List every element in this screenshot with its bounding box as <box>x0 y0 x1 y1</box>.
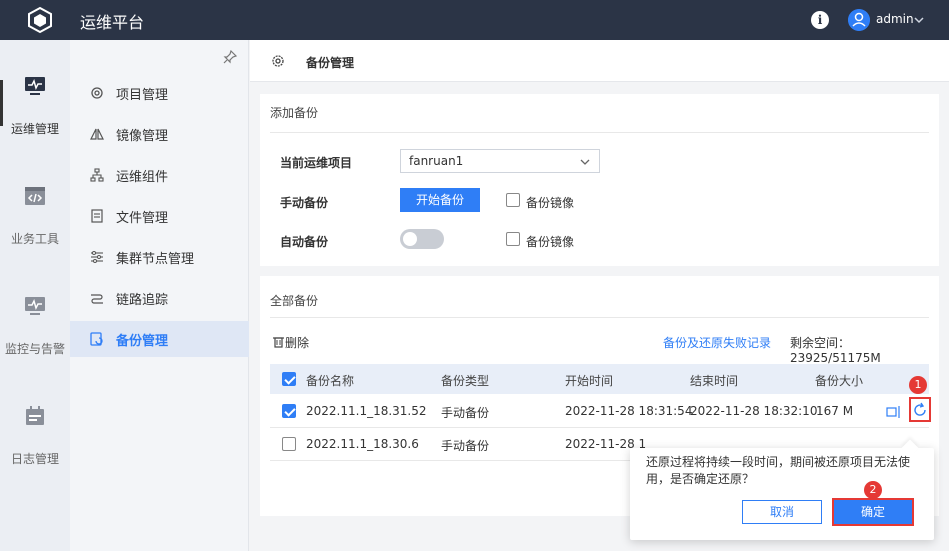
restore-icon[interactable] <box>912 402 928 418</box>
toggle-knob <box>403 232 417 246</box>
card-title: 添加备份 <box>270 106 319 120</box>
chevron-down-icon[interactable] <box>913 14 925 26</box>
rail-label: 运维管理 <box>10 122 59 136</box>
rail-item-monitor[interactable]: 监控与告警 <box>0 260 70 370</box>
rail-label: 业务工具 <box>10 232 59 246</box>
backup-type: 手动备份 <box>441 439 490 453</box>
gear-icon <box>91 87 103 99</box>
username[interactable]: admin <box>876 12 914 26</box>
card-title: 全部备份 <box>270 294 319 308</box>
project-label: 当前运维项目 <box>280 156 353 170</box>
trash-icon[interactable] <box>272 335 285 348</box>
delete-button[interactable]: 删除 <box>285 334 309 351</box>
remaining-space: 剩余空间：23925/51175M <box>790 336 881 365</box>
monitor-alert-icon <box>25 297 45 315</box>
page-title: 备份管理 <box>306 56 355 70</box>
menu-item-cluster-nodes[interactable]: 集群节点管理 <box>70 239 249 275</box>
select-all-checkbox[interactable] <box>282 372 296 386</box>
cube-logo-icon <box>28 6 52 34</box>
trace-link-icon <box>91 294 103 304</box>
menu-item-images[interactable]: 镜像管理 <box>70 116 249 152</box>
row-checkbox[interactable] <box>282 404 296 418</box>
menu-label: 项目管理 <box>116 88 169 103</box>
backup-icon <box>90 332 103 346</box>
code-window-icon <box>25 187 45 205</box>
menu-label: 文件管理 <box>116 211 169 226</box>
table-header: 备份名称 备份类型 开始时间 结束时间 备份大小 <box>270 364 929 394</box>
divider <box>270 317 929 318</box>
menu-item-backup[interactable]: 备份管理 <box>70 321 249 357</box>
backup-name: 2022.11.1_18.30.6 <box>306 437 419 451</box>
rail-item-ops[interactable]: 运维管理 <box>0 40 70 150</box>
menu-item-components[interactable]: 运维组件 <box>70 157 249 193</box>
menu-label: 链路追踪 <box>116 293 169 308</box>
backup-end: 2022-11-28 18:32:10 <box>690 404 818 418</box>
icon-rail: 运维管理 业务工具 监控与告警 日志管理 <box>0 40 70 551</box>
pin-icon[interactable] <box>223 50 237 64</box>
backup-size: 167 M <box>816 404 854 418</box>
backup-name: 2022.11.1_18.31.52 <box>306 404 427 418</box>
image-mirror-icon <box>90 128 104 140</box>
rail-item-logs[interactable]: 日志管理 <box>0 370 70 480</box>
row-checkbox[interactable] <box>282 437 296 451</box>
confirm-highlight <box>832 498 914 526</box>
fail-log-link[interactable]: 备份及还原失败记录 <box>663 334 771 351</box>
monitor-pulse-icon <box>25 77 45 95</box>
column-header[interactable]: 结束时间 <box>690 372 738 389</box>
project-select-value: fanruan1 <box>409 154 464 168</box>
column-header[interactable]: 备份大小 <box>815 372 863 389</box>
annotation-badge-1: 1 <box>909 376 927 394</box>
column-header[interactable]: 备份类型 <box>441 372 489 389</box>
menu-label: 运维组件 <box>116 170 169 185</box>
user-avatar-icon[interactable] <box>848 9 870 31</box>
document-icon <box>91 209 103 223</box>
gear-icon <box>272 55 284 67</box>
calendar-log-icon <box>26 406 44 425</box>
auto-backup-toggle[interactable] <box>400 229 444 249</box>
add-backup-card: 添加备份 当前运维项目 fanruan1 手动备份 开始备份 备份镜像 自动备份… <box>260 94 939 266</box>
menu-item-projects[interactable]: 项目管理 <box>70 75 249 111</box>
confirm-message: 还原过程将持续一段时间，期间被还原项目无法使用，是否确定还原？ <box>646 455 911 486</box>
menu-label: 集群节点管理 <box>116 252 195 267</box>
secondary-menu: 项目管理 镜像管理 运维组件 文件管理 集群节点管理 链路追踪 备份管理 <box>70 40 249 551</box>
menu-label: 备份管理 <box>116 334 169 349</box>
backup-type: 手动备份 <box>441 406 490 420</box>
info-icon[interactable]: i <box>811 11 829 29</box>
menu-item-tracing[interactable]: 链路追踪 <box>70 280 249 316</box>
top-bar: 运维平台 i admin <box>0 0 949 40</box>
auto-backup-label: 自动备份 <box>280 235 329 249</box>
mirror-checkbox-label: 备份镜像 <box>526 196 575 210</box>
mirror-checkbox-manual[interactable] <box>506 193 520 207</box>
mirror-checkbox-auto[interactable] <box>506 232 520 246</box>
sliders-icon <box>91 251 103 263</box>
column-header[interactable]: 备份名称 <box>306 372 354 389</box>
annotation-badge-2: 2 <box>864 481 882 499</box>
hierarchy-icon <box>90 168 104 182</box>
mirror-checkbox-label: 备份镜像 <box>526 235 575 249</box>
rail-label: 监控与告警 <box>4 342 65 356</box>
divider <box>270 132 929 133</box>
cancel-button[interactable]: 取消 <box>742 500 822 524</box>
menu-label: 镜像管理 <box>116 129 169 144</box>
menu-item-files[interactable]: 文件管理 <box>70 198 249 234</box>
column-header[interactable]: 开始时间 <box>565 372 613 389</box>
app-title: 运维平台 <box>80 13 145 32</box>
table-row[interactable]: 2022.11.1_18.31.52 手动备份 2022-11-28 18:31… <box>270 395 931 428</box>
page-header: 备份管理 <box>250 40 949 82</box>
backup-start: 2022-11-28 18:31:54 <box>565 404 693 418</box>
download-icon[interactable] <box>886 404 902 420</box>
project-select[interactable]: fanruan1 <box>400 149 600 173</box>
restore-confirm-popover: 还原过程将持续一段时间，期间被还原项目无法使用，是否确定还原？ 取消 确定 <box>630 439 934 540</box>
manual-backup-label: 手动备份 <box>280 196 329 210</box>
chevron-down-icon <box>580 159 590 165</box>
rail-label: 日志管理 <box>10 452 59 466</box>
rail-item-tools[interactable]: 业务工具 <box>0 150 70 260</box>
start-backup-button[interactable]: 开始备份 <box>400 188 480 212</box>
